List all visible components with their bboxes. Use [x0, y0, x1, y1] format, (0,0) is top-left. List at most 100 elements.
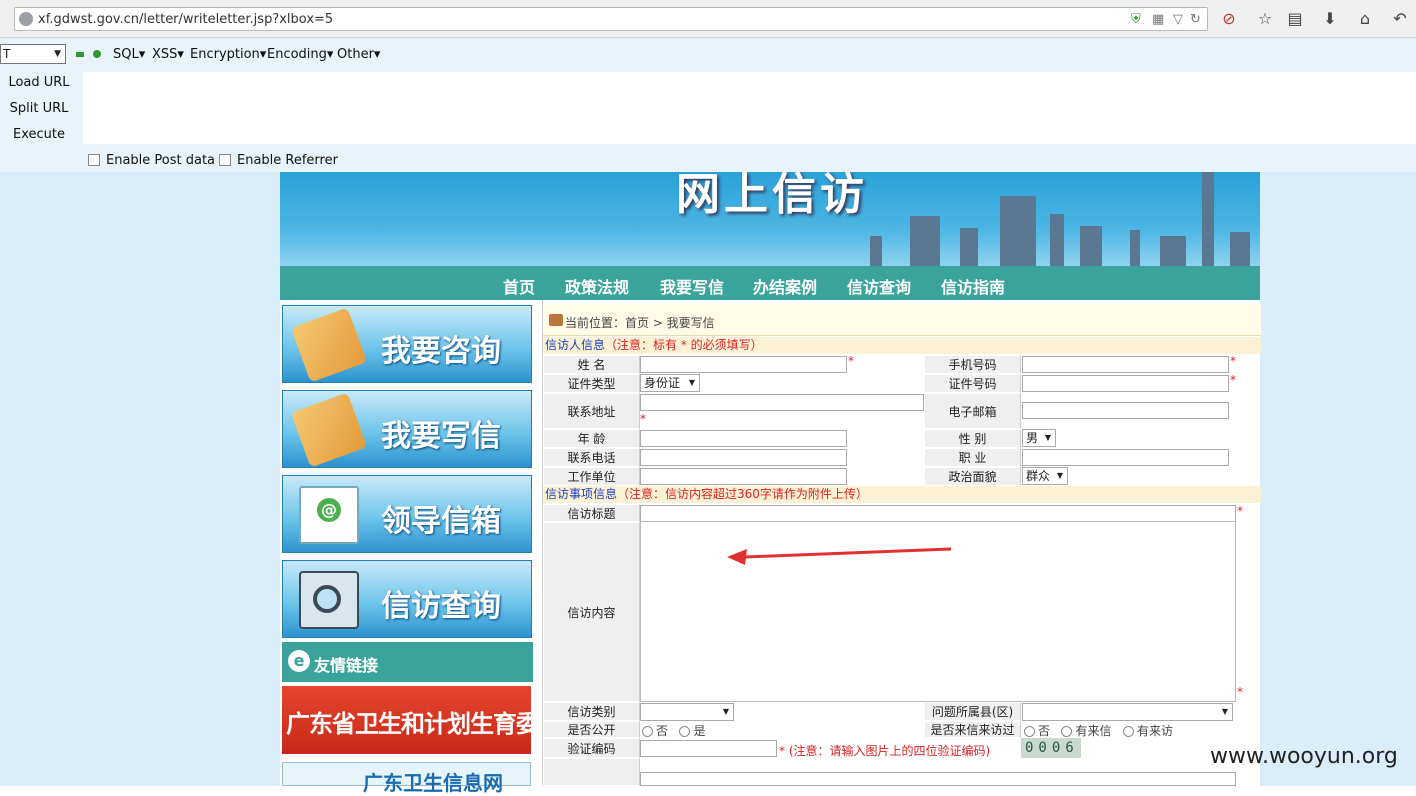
- load-url-button[interactable]: Load URL: [0, 75, 78, 90]
- section-note: （注意：标有 * 的必须填写）: [605, 338, 763, 352]
- sidebar-card-label: 我要咨询: [381, 334, 501, 369]
- hackbar-url-textarea[interactable]: [83, 72, 1416, 144]
- reading-list-icon[interactable]: ▤: [1285, 9, 1305, 29]
- browser-toolbar: xf.gdwst.gov.cn/letter/writeletter.jsp?x…: [0, 0, 1416, 38]
- sidebar-card-consult[interactable]: 我要咨询: [282, 305, 532, 383]
- watermark: www.wooyun.org: [1210, 744, 1398, 769]
- sidebar-card-write[interactable]: 我要写信: [282, 390, 532, 468]
- label-occupation: 职 业: [924, 448, 1021, 467]
- arrow-line: [744, 547, 952, 559]
- enable-referrer-checkbox[interactable]: Enable Referrer: [219, 153, 338, 168]
- occupation-input[interactable]: [1022, 449, 1229, 466]
- execute-button[interactable]: Execute: [0, 127, 78, 142]
- radio-label: 有来访: [1136, 724, 1173, 738]
- magnifier-icon: [299, 571, 359, 629]
- editor-toolbar[interactable]: [640, 772, 1236, 786]
- hackbar-menu-encoding[interactable]: Encoding▾: [267, 47, 333, 62]
- health-commission-link[interactable]: 广东省卫生和计划生育委员会: [282, 686, 586, 754]
- nav-policy[interactable]: 政策法规: [565, 274, 629, 298]
- mobile-input[interactable]: [1022, 356, 1229, 373]
- workplace-input[interactable]: [640, 468, 847, 485]
- label-blank: [543, 758, 640, 786]
- hackbar-menu-other[interactable]: Other▾: [337, 47, 380, 62]
- radio-visit[interactable]: [1122, 726, 1134, 737]
- subject-input[interactable]: [640, 505, 1236, 522]
- age-input[interactable]: [640, 430, 847, 447]
- shield-icon[interactable]: ⛨: [1131, 12, 1141, 27]
- nav-home[interactable]: 首页: [503, 274, 535, 298]
- skyline-building: [1000, 196, 1036, 266]
- main-nav: 首页 政策法规 我要写信 办结案例 信访查询 信访指南: [280, 266, 1260, 300]
- hackbar-menu-xss[interactable]: XSS▾: [152, 47, 184, 62]
- skyline-building: [1130, 230, 1140, 266]
- enable-post-data-checkbox[interactable]: Enable Post data: [88, 153, 215, 168]
- page-viewport: 网上信访 首页 政策法规 我要写信 办结案例 信访查询 信访指南 我要咨询 我要…: [0, 172, 1416, 795]
- nav-cases[interactable]: 办结案例: [753, 274, 817, 298]
- sidebar-card-leader-mailbox[interactable]: @ 领导信箱: [282, 475, 532, 553]
- breadcrumb: 当前位置：首页 > 我要写信: [543, 304, 1261, 336]
- url-text[interactable]: xf.gdwst.gov.cn/letter/writeletter.jsp?x…: [38, 12, 333, 27]
- label-email: 电子邮箱: [924, 393, 1021, 429]
- site-banner: 网上信访: [280, 172, 1260, 266]
- email-input[interactable]: [1022, 402, 1229, 419]
- dropdown-icon[interactable]: ▽: [1173, 12, 1183, 27]
- plus-icon[interactable]: [93, 50, 101, 58]
- select-value: 群众: [1026, 469, 1051, 483]
- hackbar-select[interactable]: T ▼: [0, 44, 66, 64]
- skyline-building: [960, 228, 978, 266]
- radio-no[interactable]: [642, 726, 653, 737]
- id-number-input[interactable]: [1022, 375, 1229, 392]
- chevron-down-icon: ▼: [1221, 707, 1228, 716]
- category-select[interactable]: ▼: [640, 703, 734, 721]
- address-bar[interactable]: xf.gdwst.gov.cn/letter/writeletter.jsp?x…: [14, 7, 1208, 31]
- gender-select[interactable]: 男 ▼: [1022, 429, 1056, 447]
- back-icon[interactable]: ↶: [1390, 9, 1410, 29]
- label-subject: 信访标题: [543, 504, 640, 522]
- reload-icon[interactable]: ↻: [1190, 12, 1201, 27]
- name-input[interactable]: [640, 356, 847, 373]
- health-info-link[interactable]: 广东卫生信息网: [282, 762, 531, 795]
- blocked-icon[interactable]: ⊘: [1219, 9, 1239, 29]
- label-mobile: 手机号码: [924, 355, 1021, 374]
- hackbar-menu-sql[interactable]: SQL▾: [113, 47, 145, 62]
- radio-no[interactable]: [1024, 726, 1035, 737]
- nav-guide[interactable]: 信访指南: [941, 274, 1005, 298]
- bookmark-star-icon[interactable]: ☆: [1255, 9, 1275, 29]
- sidebar-card-label: 信访查询: [381, 589, 501, 624]
- download-icon[interactable]: ⬇: [1320, 9, 1340, 29]
- skyline-building: [910, 216, 940, 266]
- chevron-down-icon: ▼: [54, 49, 61, 59]
- section-title: 信访事项信息: [545, 487, 618, 501]
- radio-letter[interactable]: [1061, 726, 1073, 737]
- home-icon[interactable]: ⌂: [1355, 9, 1375, 29]
- nav-query[interactable]: 信访查询: [847, 274, 911, 298]
- required-mark: *: [1230, 354, 1236, 368]
- label-id-number: 证件号码: [924, 374, 1021, 393]
- chevron-down-icon: ▼: [1044, 433, 1051, 442]
- menu-label: Encoding: [267, 47, 327, 62]
- sidebar-card-label: 我要写信: [381, 419, 501, 454]
- minus-icon[interactable]: [76, 52, 84, 57]
- select-value: 身份证: [644, 376, 681, 390]
- arrow-head: [727, 549, 747, 565]
- radio-yes[interactable]: [679, 726, 691, 737]
- label-name: 姓 名: [543, 355, 640, 374]
- address-input[interactable]: [640, 394, 924, 411]
- hackbar-menu-encryption[interactable]: Encryption▾: [190, 47, 266, 62]
- nav-write-letter[interactable]: 我要写信: [660, 274, 724, 298]
- politics-select[interactable]: 群众 ▼: [1022, 467, 1068, 485]
- captcha-input[interactable]: [640, 740, 777, 757]
- phone-input[interactable]: [640, 449, 847, 466]
- qr-code-icon[interactable]: ▦: [1152, 12, 1164, 27]
- split-url-button[interactable]: Split URL: [0, 101, 78, 116]
- id-type-select[interactable]: 身份证 ▼: [640, 374, 700, 392]
- district-select[interactable]: ▼: [1022, 703, 1233, 721]
- site-container: 网上信访 首页 政策法规 我要写信 办结案例 信访查询 信访指南 我要咨询 我要…: [280, 172, 1261, 795]
- sidebar-card-query[interactable]: 信访查询: [282, 560, 532, 638]
- required-mark: *: [1237, 504, 1243, 518]
- checkbox-label: Enable Referrer: [237, 153, 338, 168]
- section-person-info: 信访人信息（注意：标有 * 的必须填写）: [543, 337, 1261, 354]
- radio-label: 否: [656, 724, 669, 738]
- skyline-building: [1230, 232, 1250, 266]
- radio-label: 否: [1038, 724, 1051, 738]
